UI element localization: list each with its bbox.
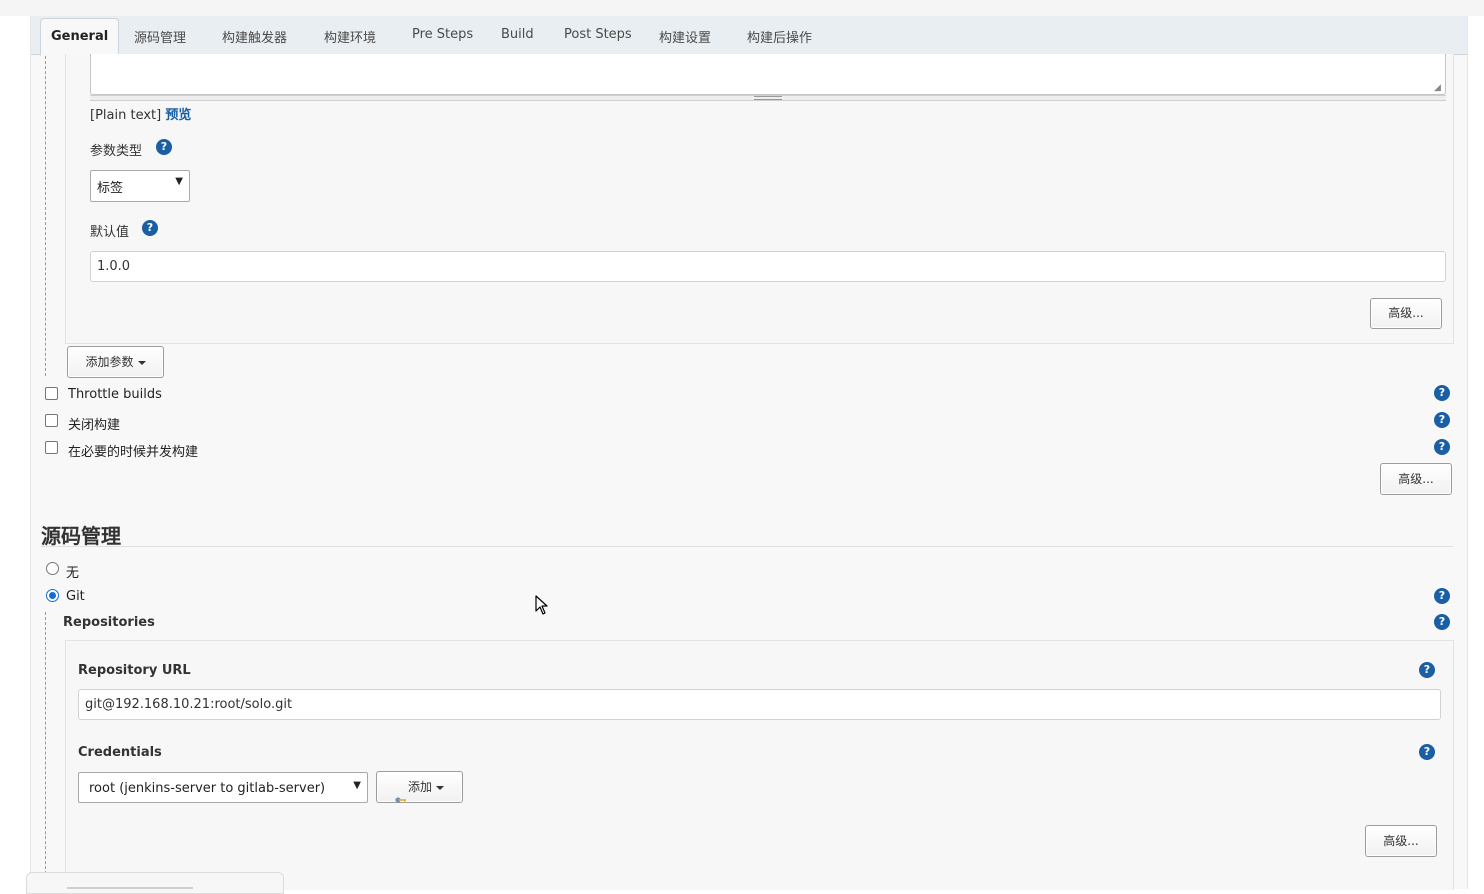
caret-down-icon	[137, 360, 146, 365]
concurrent-build-checkbox[interactable]	[45, 441, 58, 454]
section-indent-line	[45, 56, 46, 376]
repo-url-label: Repository URL	[78, 663, 191, 678]
default-value-help-icon[interactable]: ?	[142, 220, 158, 236]
concurrent-build-label: 在必要的时候并发构建	[68, 445, 199, 460]
config-tab-bar: General 源码管理 构建触发器 构建环境 Pre Steps Build …	[31, 16, 1467, 56]
top-strip	[0, 0, 1484, 16]
repository-box	[65, 640, 1454, 890]
tab-general[interactable]: General	[40, 18, 120, 56]
bottom-bar-tab	[26, 872, 284, 894]
credentials-help-icon[interactable]: ?	[1419, 744, 1435, 760]
git-indent-line	[45, 612, 46, 889]
add-credentials-label: 添加	[407, 780, 432, 794]
add-parameter-button[interactable]: 添加参数	[67, 346, 164, 378]
credentials-label: Credentials	[78, 745, 162, 760]
scm-none-label: 无	[66, 566, 80, 581]
default-value-label: 默认值	[90, 225, 130, 240]
section-divider	[41, 546, 1453, 547]
repo-advanced-button[interactable]: 高级...	[1365, 825, 1437, 857]
tab-build-environment[interactable]: 构建环境	[324, 27, 376, 46]
repo-url-input[interactable]: git@192.168.10.21:root/solo.git	[78, 689, 1441, 720]
param-type-label: 参数类型	[90, 144, 143, 159]
add-credentials-button[interactable]: 添加	[376, 771, 463, 803]
throttle-builds-label: Throttle builds	[68, 387, 162, 402]
description-textarea[interactable]	[90, 54, 1446, 95]
tab-build-triggers[interactable]: 构建触发器	[222, 27, 287, 46]
scm-section-title: 源码管理	[41, 524, 121, 548]
chevron-down-icon: ▼	[175, 176, 183, 187]
param-type-select[interactable]: 标签 ▼	[90, 170, 190, 202]
tab-build[interactable]: Build	[501, 27, 534, 42]
credentials-select[interactable]: root (jenkins-server to gitlab-server) ▼	[78, 772, 368, 803]
caret-down-icon	[436, 785, 444, 790]
left-border	[30, 16, 31, 889]
throttle-builds-help-icon[interactable]: ?	[1434, 385, 1450, 401]
disable-build-label: 关闭构建	[68, 418, 121, 433]
format-label: [Plain text]	[90, 108, 162, 123]
param-advanced-button[interactable]: 高级...	[1370, 298, 1442, 329]
tab-post-steps[interactable]: Post Steps	[564, 27, 632, 42]
scm-git-label: Git	[66, 589, 85, 604]
mouse-cursor-icon	[535, 595, 549, 619]
repositories-label: Repositories	[63, 615, 155, 630]
drag-handle-icon[interactable]	[754, 96, 782, 100]
tab-pre-steps[interactable]: Pre Steps	[412, 27, 473, 42]
disable-build-checkbox[interactable]	[45, 414, 58, 427]
throttle-builds-checkbox[interactable]	[45, 387, 58, 400]
credentials-value: root (jenkins-server to gitlab-server)	[89, 781, 326, 796]
format-text: [Plain text] 预览	[90, 104, 191, 123]
repo-url-help-icon[interactable]: ?	[1419, 662, 1435, 678]
key-icon	[395, 785, 407, 803]
repo-url-value: git@192.168.10.21:root/solo.git	[85, 697, 293, 712]
concurrent-build-help-icon[interactable]: ?	[1434, 439, 1450, 455]
default-value-text: 1.0.0	[97, 259, 131, 274]
default-value-input[interactable]: 1.0.0	[90, 251, 1446, 282]
scm-git-radio[interactable]	[46, 589, 59, 602]
repositories-help-icon[interactable]: ?	[1434, 614, 1450, 630]
tab-post-build-actions[interactable]: 构建后操作	[747, 27, 812, 46]
preview-link[interactable]: 预览	[165, 108, 191, 123]
tab-build-settings[interactable]: 构建设置	[659, 27, 711, 46]
add-parameter-label: 添加参数	[85, 355, 134, 369]
scm-none-radio[interactable]	[46, 562, 59, 575]
tab-scm[interactable]: 源码管理	[134, 27, 186, 46]
resize-grip-icon[interactable]: ◢	[1434, 84, 1442, 93]
param-type-value: 标签	[97, 181, 124, 196]
git-help-icon[interactable]: ?	[1434, 588, 1450, 604]
chevron-down-icon: ▼	[353, 780, 361, 791]
param-type-help-icon[interactable]: ?	[156, 139, 172, 155]
general-advanced-button[interactable]: 高级...	[1380, 463, 1452, 495]
disable-build-help-icon[interactable]: ?	[1434, 412, 1450, 428]
